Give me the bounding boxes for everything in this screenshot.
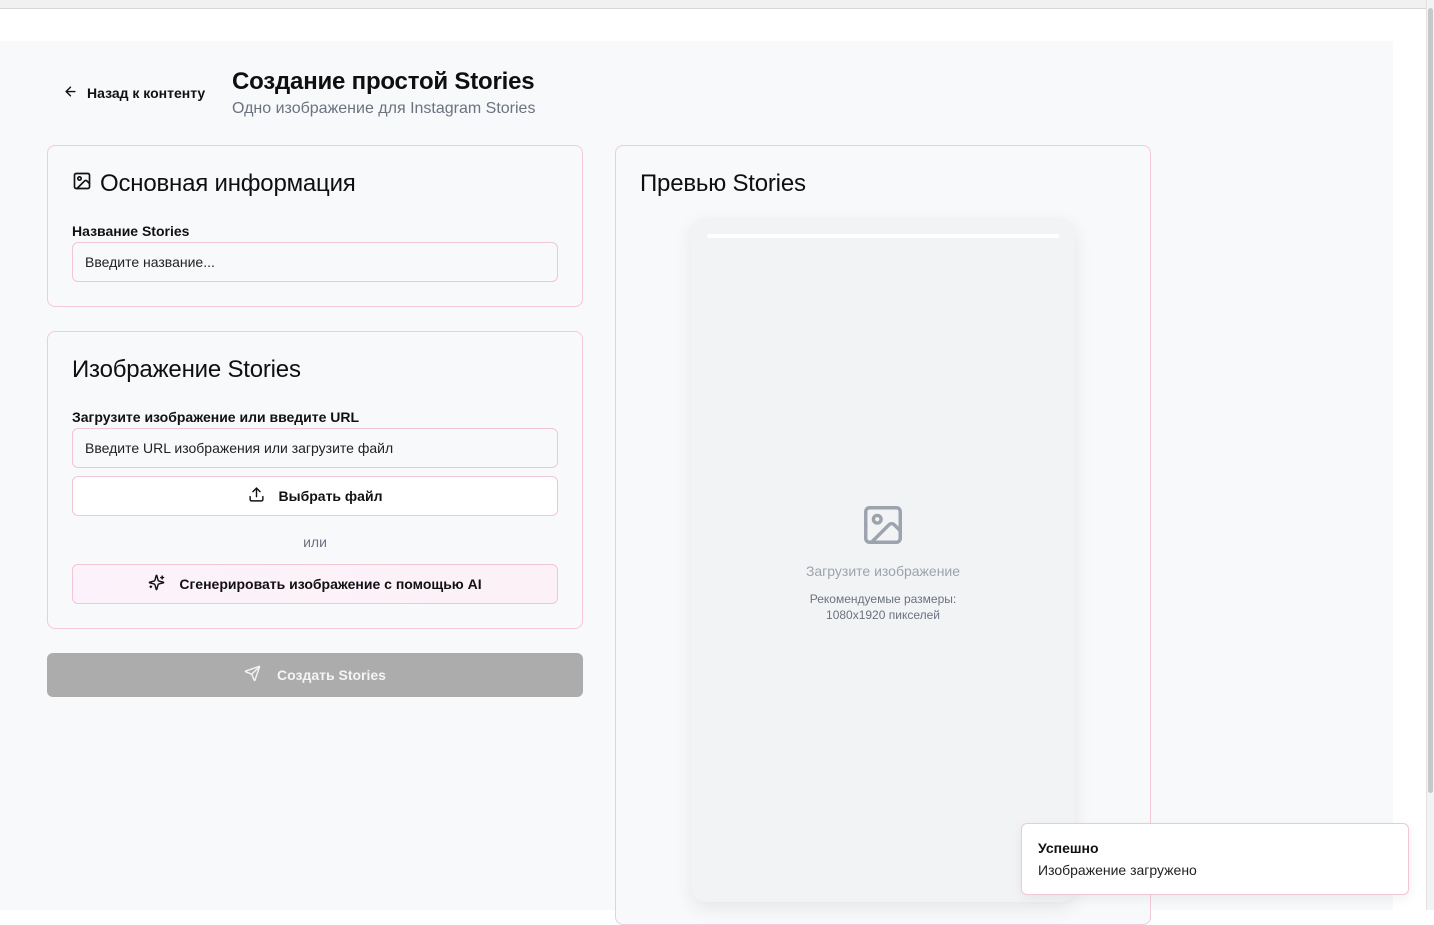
preview-hint-line-2: 1080x1920 пикселей xyxy=(826,608,940,622)
page-scrollbar[interactable] xyxy=(1426,0,1434,910)
page-title: Создание простой Stories xyxy=(232,68,535,95)
sparkles-icon xyxy=(148,574,165,594)
back-link-label: Назад к контенту xyxy=(87,85,206,101)
stories-image-title: Изображение Stories xyxy=(72,356,301,383)
preview-size-hint: Рекомендуемые размеры: 1080x1920 пикселе… xyxy=(691,591,1075,623)
basic-info-card: Основная информация Название Stories xyxy=(47,145,583,307)
basic-info-title: Основная информация xyxy=(72,170,356,198)
basic-info-title-text: Основная информация xyxy=(100,170,356,197)
arrow-left-icon xyxy=(63,84,78,102)
create-stories-label: Создать Stories xyxy=(277,667,386,683)
preview-placeholder: Загрузите изображение Рекомендуемые разм… xyxy=(691,502,1075,623)
toast-message: Изображение загружено xyxy=(1038,862,1197,878)
page-subtitle: Одно изображение для Instagram Stories xyxy=(232,100,536,117)
stories-preview-card: Превью Stories Загрузите изображение Рек… xyxy=(615,145,1151,925)
stories-name-input[interactable] xyxy=(72,242,558,282)
back-to-content-link[interactable]: Назад к контенту xyxy=(63,84,205,102)
browser-top-bar xyxy=(0,0,1426,9)
create-stories-button[interactable]: Создать Stories xyxy=(47,653,583,697)
ai-generate-label: Сгенерировать изображение с помощью AI xyxy=(179,576,482,592)
success-toast[interactable]: Успешно Изображение загружено xyxy=(1021,823,1409,895)
or-divider-text: или xyxy=(303,534,327,550)
image-url-input[interactable] xyxy=(72,428,558,468)
story-progress-bar xyxy=(707,234,1059,238)
image-placeholder-icon xyxy=(860,506,906,552)
ai-generate-button[interactable]: Сгенерировать изображение с помощью AI xyxy=(72,564,558,604)
preview-title: Превью Stories xyxy=(640,170,806,197)
image-icon xyxy=(72,170,92,198)
stories-image-card: Изображение Stories Загрузите изображени… xyxy=(47,331,583,629)
image-url-label: Загрузите изображение или введите URL xyxy=(72,409,360,425)
stories-name-label: Название Stories xyxy=(72,223,190,239)
toast-title: Успешно xyxy=(1038,840,1099,856)
preview-hint-line-1: Рекомендуемые размеры: xyxy=(809,592,957,606)
scrollbar-thumb[interactable] xyxy=(1428,8,1433,793)
upload-icon xyxy=(248,486,265,506)
preview-placeholder-title: Загрузите изображение xyxy=(805,563,961,579)
choose-file-label: Выбрать файл xyxy=(278,488,383,504)
choose-file-button[interactable]: Выбрать файл xyxy=(72,476,558,516)
phone-preview-frame: Загрузите изображение Рекомендуемые разм… xyxy=(691,218,1075,902)
send-icon xyxy=(244,665,261,685)
